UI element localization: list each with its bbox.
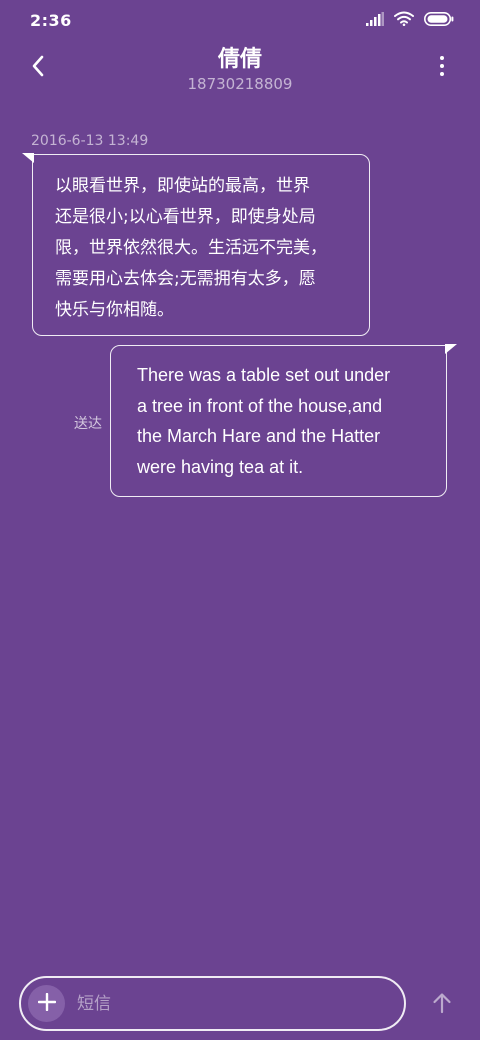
- contact-name: 倩倩: [217, 47, 262, 72]
- wifi-icon: [394, 11, 414, 30]
- contact-number: 18730218809: [187, 75, 293, 93]
- message-line: There was a table set out under: [137, 365, 391, 385]
- more-vertical-icon: [439, 55, 445, 81]
- signal-icon: [366, 11, 384, 30]
- send-button[interactable]: [428, 990, 456, 1020]
- message-line: were having tea at it.: [137, 456, 304, 477]
- more-options-button[interactable]: [428, 54, 456, 82]
- arrow-up-icon: [432, 992, 452, 1018]
- status-icons: [366, 11, 454, 30]
- message-timestamp: 2016-6-13 13:49: [31, 133, 149, 149]
- message-line: the March Hare and the Hatter: [137, 426, 381, 446]
- message-line: 需要用心去体会;无需拥有太多，愿: [55, 269, 316, 289]
- outgoing-message-bubble[interactable]: There was a table set out under a tree i…: [110, 345, 447, 497]
- message-line: 限，世界依然很大。生活远不完美，: [55, 238, 327, 258]
- conversation-header: 倩倩 18730218809: [0, 40, 480, 100]
- battery-icon: [424, 11, 454, 30]
- message-line: 还是很小;以心看世界，即使身处局: [55, 207, 316, 227]
- plus-icon: [37, 992, 56, 1015]
- status-bar: 2:36: [0, 0, 480, 40]
- message-composer: [19, 976, 406, 1031]
- incoming-message-bubble[interactable]: 以眼看世界，即使站的最高，世界 还是很小;以心看世界，即使身处局 限，世界依然很…: [32, 154, 370, 336]
- delivery-status: 送达: [74, 416, 102, 432]
- message-line: 以眼看世界，即使站的最高，世界: [55, 176, 310, 196]
- message-input[interactable]: [77, 988, 387, 1020]
- attach-button[interactable]: [28, 985, 65, 1022]
- status-time: 2:36: [30, 11, 72, 30]
- message-line: a tree in front of the house,and: [137, 395, 383, 416]
- message-line: 快乐与你相随。: [55, 300, 174, 320]
